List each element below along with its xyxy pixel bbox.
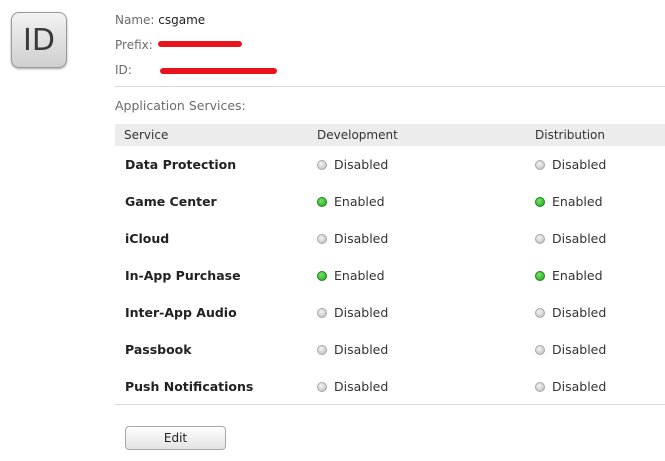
service-name: Data Protection: [125, 157, 237, 172]
id-row: ID:: [115, 63, 132, 77]
distribution-status-text: Disabled: [552, 231, 607, 246]
enabled-status-icon: [317, 196, 327, 207]
prefix-label: Prefix:: [115, 38, 153, 52]
disabled-status-icon: [535, 307, 545, 318]
table-row: Push Notifications Disabled Disabled: [115, 368, 665, 405]
id-label: ID:: [115, 63, 132, 77]
name-value: csgame: [158, 13, 206, 27]
development-status-text: Disabled: [334, 305, 389, 320]
table-row: In-App Purchase Enabled Enabled: [115, 257, 665, 294]
development-status: Disabled: [317, 157, 388, 172]
distribution-status-text: Disabled: [552, 305, 607, 320]
development-status: Disabled: [317, 305, 388, 320]
distribution-status: Enabled: [535, 268, 603, 283]
service-name: Push Notifications: [125, 379, 254, 394]
distribution-status-text: Disabled: [552, 342, 607, 357]
disabled-status-icon: [535, 344, 545, 355]
distribution-status-text: Disabled: [552, 157, 607, 172]
distribution-status: Enabled: [535, 194, 603, 209]
distribution-status: Disabled: [535, 231, 606, 246]
development-status: Enabled: [317, 268, 385, 283]
disabled-status-icon: [535, 159, 545, 170]
service-name: Game Center: [125, 194, 217, 209]
distribution-status: Disabled: [535, 342, 606, 357]
disabled-status-icon: [317, 344, 327, 355]
table-row: Inter-App Audio Disabled Disabled: [115, 294, 665, 331]
development-status: Disabled: [317, 379, 388, 394]
name-row: Name: csgame: [115, 13, 205, 27]
service-name: Inter-App Audio: [125, 305, 237, 320]
enabled-status-icon: [317, 270, 327, 281]
app-id-icon: ID: [11, 12, 67, 68]
development-status-text: Enabled: [334, 268, 385, 283]
development-status-text: Disabled: [334, 379, 389, 394]
development-status: Enabled: [317, 194, 385, 209]
table-header: Service Development Distribution: [115, 124, 665, 146]
distribution-status: Disabled: [535, 379, 606, 394]
disabled-status-icon: [535, 381, 545, 392]
separator: [115, 404, 665, 405]
development-status: Disabled: [317, 342, 388, 357]
table-row: Data Protection Disabled Disabled: [115, 146, 665, 183]
distribution-status: Disabled: [535, 305, 606, 320]
disabled-status-icon: [317, 381, 327, 392]
enabled-status-icon: [535, 270, 545, 281]
development-status-text: Disabled: [334, 342, 389, 357]
column-header-distribution: Distribution: [535, 128, 606, 142]
distribution-status-text: Disabled: [552, 379, 607, 394]
table-row: Game Center Enabled Enabled: [115, 183, 665, 220]
distribution-status-text: Enabled: [552, 194, 603, 209]
table-row: iCloud Disabled Disabled: [115, 220, 665, 257]
prefix-redaction: [158, 41, 242, 47]
prefix-row: Prefix:: [115, 38, 153, 52]
service-name: Passbook: [125, 342, 192, 357]
id-redaction: [160, 68, 277, 74]
app-id-icon-text: ID: [23, 22, 55, 58]
table-row: Passbook Disabled Disabled: [115, 331, 665, 368]
disabled-status-icon: [317, 307, 327, 318]
development-status: Disabled: [317, 231, 388, 246]
disabled-status-icon: [317, 233, 327, 244]
separator: [115, 86, 665, 87]
column-header-service: Service: [124, 128, 169, 142]
section-title: Application Services:: [115, 98, 246, 113]
disabled-status-icon: [535, 233, 545, 244]
service-name: In-App Purchase: [125, 268, 241, 283]
distribution-status: Disabled: [535, 157, 606, 172]
development-status-text: Disabled: [334, 231, 389, 246]
disabled-status-icon: [317, 159, 327, 170]
edit-button[interactable]: Edit: [125, 426, 226, 450]
name-label: Name:: [115, 13, 155, 27]
service-name: iCloud: [125, 231, 170, 246]
development-status-text: Enabled: [334, 194, 385, 209]
distribution-status-text: Enabled: [552, 268, 603, 283]
enabled-status-icon: [535, 196, 545, 207]
column-header-development: Development: [317, 128, 398, 142]
development-status-text: Disabled: [334, 157, 389, 172]
